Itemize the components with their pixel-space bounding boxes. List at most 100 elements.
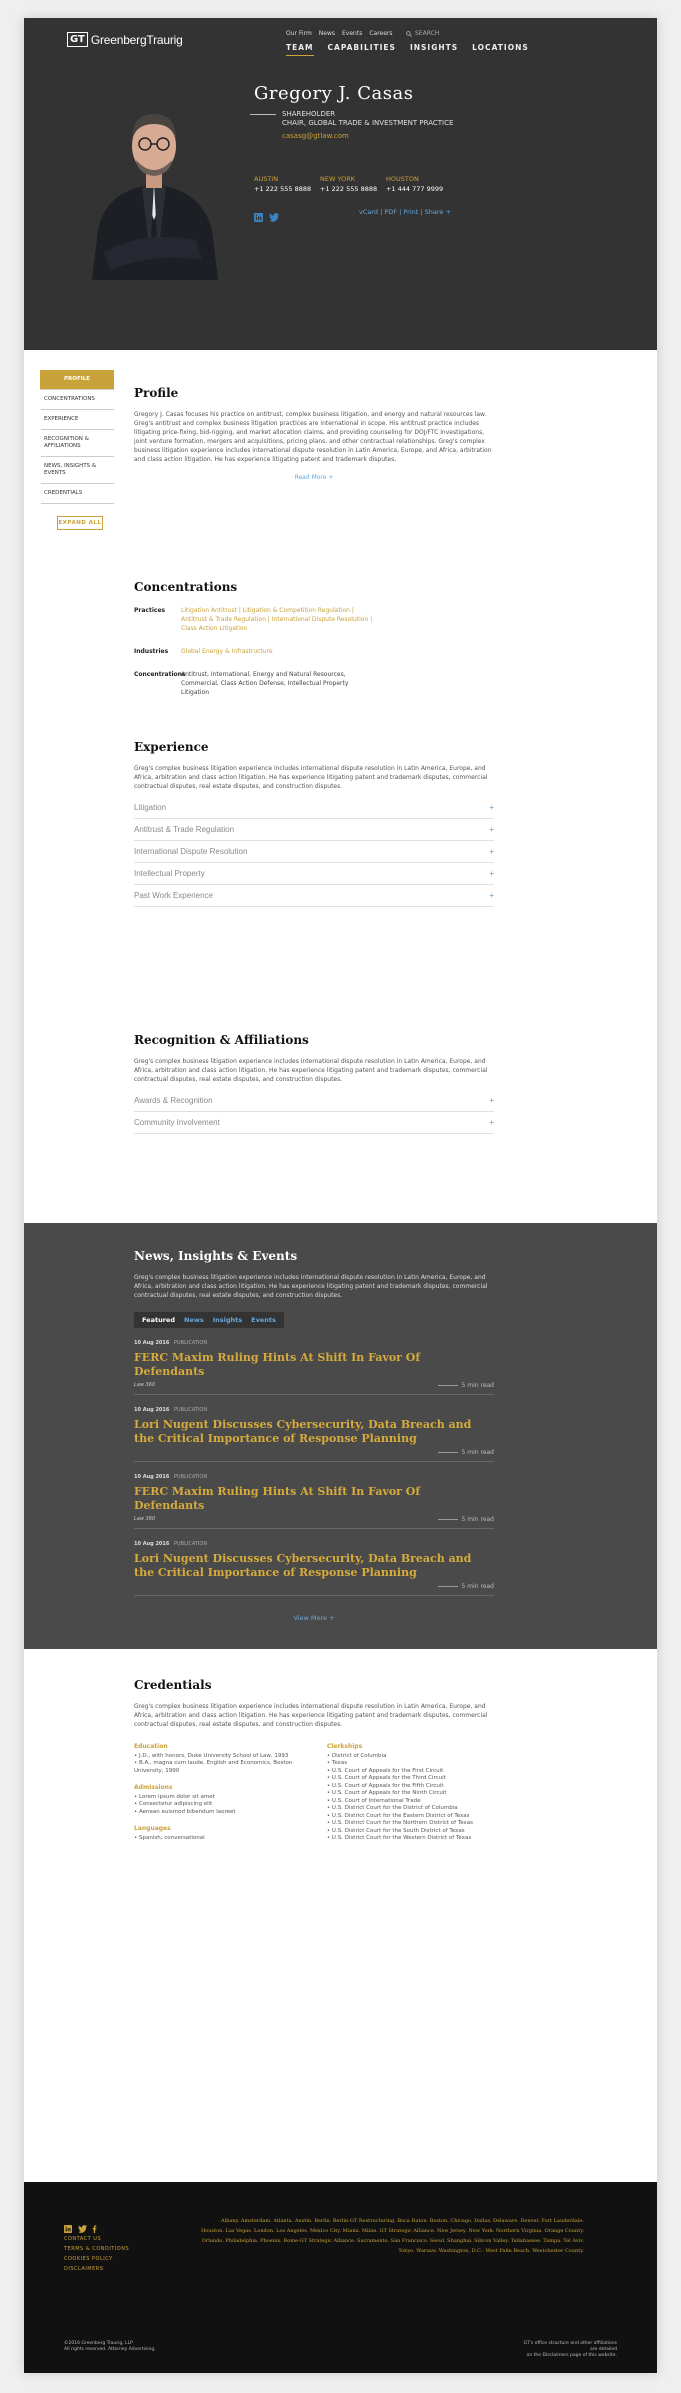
footer-disclaimers-link[interactable]: DISCLAIMERS: [64, 2264, 129, 2274]
nav-team[interactable]: TEAM: [286, 43, 314, 56]
footer-note: GT's office structure and other affiliat…: [517, 2341, 617, 2359]
office-city[interactable]: NEW YORK: [320, 175, 386, 183]
accordion-item[interactable]: Antitrust & Trade Regulation +: [134, 819, 494, 841]
nav-locations[interactable]: LOCATIONS: [472, 43, 529, 56]
util-nav-our-firm[interactable]: Our Firm: [286, 30, 312, 37]
search-control[interactable]: SEARCH: [406, 30, 439, 37]
list-item: • U.S. Court of International Trade: [326, 1797, 421, 1804]
logo[interactable]: GT GreenbergTraurig: [67, 32, 183, 47]
article-meta: 10 Aug 2016 PUBLICATION: [134, 1474, 494, 1480]
hero-banner: GT GreenbergTraurig Our Firm News Events…: [24, 18, 657, 350]
sidenav-recognition[interactable]: RECOGNITION & AFFILIATIONS: [41, 430, 114, 457]
section-heading: Recognition & Affiliations: [134, 1033, 309, 1047]
office-phone[interactable]: +1 222 555 8888: [254, 185, 320, 193]
twitter-icon[interactable]: [269, 207, 279, 222]
section-heading: Profile: [134, 386, 179, 400]
article-item[interactable]: 10 Aug 2016 PUBLICATION Lori Nugent Disc…: [134, 1407, 494, 1462]
sidenav-experience[interactable]: EXPERIENCE: [41, 410, 114, 430]
util-nav-news[interactable]: News: [319, 30, 335, 37]
experience-section: Experience Greg's complex business litig…: [134, 740, 494, 907]
office-city[interactable]: HOUSTON: [386, 175, 452, 183]
document-links[interactable]: vCard | PDF | Print | Share +: [359, 208, 451, 216]
list-item: • Lorem ipsum dolor sit amet: [134, 1793, 215, 1800]
industries-row: Industries Global Energy & Infrastructur…: [134, 647, 494, 656]
nav-insights[interactable]: INSIGHTS: [410, 43, 458, 56]
group-heading: Languages: [134, 1825, 171, 1832]
article-meta: 10 Aug 2016 PUBLICATION: [134, 1541, 494, 1547]
accordion-label: Past Work Experience: [134, 891, 213, 900]
linkedin-icon[interactable]: [254, 207, 263, 222]
expand-all-button[interactable]: EXPAND ALL: [57, 516, 103, 530]
article-meta: 10 Aug 2016 PUBLICATION: [134, 1340, 494, 1346]
article-title[interactable]: Lori Nugent Discusses Cybersecurity, Dat…: [134, 1418, 494, 1446]
article-type: PUBLICATION: [173, 1407, 208, 1413]
accordion-item[interactable]: International Dispute Resolution +: [134, 841, 494, 863]
accordion-item[interactable]: Awards & Recognition +: [134, 1090, 494, 1112]
list-item: • U.S. District Court for the District o…: [326, 1805, 458, 1811]
list-item: • B.A., magna cum laude, English and Eco…: [134, 1760, 293, 1774]
tab-featured[interactable]: Featured: [142, 1316, 175, 1324]
clerkships-group: Clerkships • District of Columbia • Texa…: [327, 1743, 494, 1843]
practices-links[interactable]: Litigation Antitrust | Litigation & Comp…: [181, 606, 374, 633]
education-group: Education • J.D., with honors, Duke Univ…: [134, 1743, 311, 1775]
office-houston: HOUSTON +1 444 777 9999: [386, 175, 452, 193]
news-section: News, Insights & Events Greg's complex b…: [24, 1223, 657, 1649]
search-label: SEARCH: [415, 30, 440, 37]
accordion-item[interactable]: Intellectual Property +: [134, 863, 494, 885]
sidenav-news[interactable]: NEWS, INSIGHTS & EVENTS: [41, 457, 114, 484]
tab-events[interactable]: Events: [251, 1316, 276, 1324]
read-more-link[interactable]: Read More +: [134, 474, 494, 481]
logo-wordmark: GreenbergTraurig: [90, 32, 183, 47]
note-line: on the Disclaimers page of this website.: [526, 2353, 617, 2358]
article-readtime: 5 min read: [437, 1583, 494, 1590]
office-list: AUSTIN +1 222 555 8888 NEW YORK +1 222 5…: [254, 175, 452, 193]
sidenav-concentrations[interactable]: CONCENTRATIONS: [41, 390, 114, 410]
plus-icon: +: [489, 1118, 494, 1127]
accordion-label: International Dispute Resolution: [134, 847, 248, 856]
article-title[interactable]: Lori Nugent Discusses Cybersecurity, Dat…: [134, 1552, 494, 1580]
plus-icon: +: [489, 825, 494, 834]
article-title[interactable]: FERC Maxim Ruling Hints At Shift In Favo…: [134, 1485, 494, 1513]
office-city[interactable]: AUSTIN: [254, 175, 320, 183]
linkedin-icon[interactable]: [64, 2218, 72, 2233]
tab-insights[interactable]: Insights: [213, 1316, 242, 1324]
title-chair: CHAIR, GLOBAL TRADE & INVESTMENT PRACTIC…: [282, 119, 454, 127]
plus-icon: +: [489, 803, 494, 812]
office-phone[interactable]: +1 444 777 9999: [386, 185, 452, 193]
news-body: Greg's complex business litigation exper…: [134, 1274, 488, 1299]
article-title[interactable]: FERC Maxim Ruling Hints At Shift In Favo…: [134, 1351, 494, 1379]
accordion-label: Intellectual Property: [134, 869, 205, 878]
sidenav-credentials[interactable]: CREDENTIALS: [41, 484, 114, 504]
footer-contact-link[interactable]: CONTACT US: [64, 2234, 129, 2244]
rights-line: All rights reserved. Attorney Advertisin…: [64, 2347, 156, 2352]
list-item: • U.S. District Court for the Western Di…: [326, 1835, 472, 1841]
accordion-label: Antitrust & Trade Regulation: [134, 825, 235, 834]
row-label: Industries: [134, 648, 169, 655]
article-item[interactable]: 10 Aug 2016 PUBLICATION Lori Nugent Disc…: [134, 1541, 494, 1596]
industries-link[interactable]: Global Energy & Infrastructure: [181, 647, 374, 656]
facebook-icon[interactable]: [92, 2218, 100, 2233]
title-shareholder: SHAREHOLDER: [282, 110, 336, 118]
footer-terms-link[interactable]: TERMS & CONDITIONS: [64, 2244, 129, 2254]
tab-news[interactable]: News: [184, 1316, 204, 1324]
article-item[interactable]: 10 Aug 2016 PUBLICATION FERC Maxim Rulin…: [134, 1340, 494, 1395]
util-nav-events[interactable]: Events: [342, 30, 362, 37]
admissions-group: Admissions • Lorem ipsum dolor sit amet …: [134, 1784, 311, 1816]
accordion-item[interactable]: Litigation +: [134, 797, 494, 819]
group-heading: Education: [134, 1743, 168, 1750]
accordion-item[interactable]: Community Involvement +: [134, 1112, 494, 1134]
view-more-link[interactable]: View More +: [134, 1614, 494, 1622]
article-item[interactable]: 10 Aug 2016 PUBLICATION FERC Maxim Rulin…: [134, 1474, 494, 1529]
twitter-icon[interactable]: [78, 2218, 87, 2233]
sidenav-profile[interactable]: PROFILE: [40, 370, 114, 390]
credentials-body: Greg's complex business litigation exper…: [134, 1703, 488, 1728]
footer-office-list[interactable]: Albany. Amsterdam. Atlanta. Austin. Berl…: [199, 2216, 584, 2256]
accordion-item[interactable]: Past Work Experience +: [134, 885, 494, 907]
util-nav-careers[interactable]: Careers: [369, 30, 392, 37]
main-nav: TEAM CAPABILITIES INSIGHTS LOCATIONS: [286, 43, 529, 56]
office-phone[interactable]: +1 222 555 8888: [320, 185, 386, 193]
nav-capabilities[interactable]: CAPABILITIES: [328, 43, 396, 56]
email-link[interactable]: casasg@gtlaw.com: [282, 132, 349, 140]
footer-cookies-link[interactable]: COOKIES POLICY: [64, 2254, 129, 2264]
concentrations-row: Concentrations Antitrust, International,…: [134, 670, 494, 697]
